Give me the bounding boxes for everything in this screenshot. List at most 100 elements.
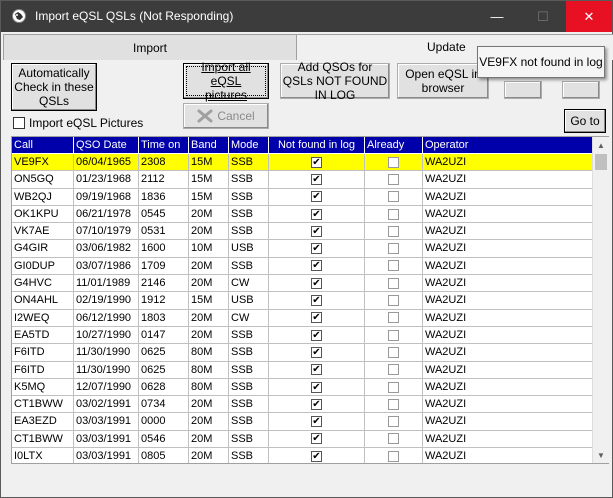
auto-check-button[interactable]: Automatically Check in these QSLs — [11, 63, 97, 111]
cell-not-found[interactable]: ✔ — [269, 240, 365, 258]
not-found-checkbox[interactable]: ✔ — [311, 260, 322, 272]
already-checkbox[interactable] — [388, 208, 399, 220]
cell-band[interactable]: 80M — [189, 344, 229, 362]
not-found-checkbox[interactable]: ✔ — [311, 450, 322, 462]
not-found-checkbox[interactable]: ✔ — [311, 191, 322, 203]
cell-already[interactable] — [365, 378, 423, 397]
cell-already[interactable] — [365, 430, 423, 449]
cell-band[interactable]: 20M — [189, 223, 229, 241]
cell-operator[interactable]: WA2UZI — [423, 223, 595, 241]
maximize-button[interactable]: ☐ — [520, 1, 566, 32]
cell-mode[interactable]: SSB — [229, 430, 269, 449]
cell-band[interactable]: 10M — [189, 240, 229, 258]
not-found-checkbox[interactable]: ✔ — [311, 381, 322, 393]
scroll-thumb[interactable] — [595, 154, 607, 170]
col-header-date[interactable]: QSO Date — [74, 137, 139, 153]
cell-call[interactable]: CT1BWW — [12, 396, 74, 414]
not-found-checkbox[interactable]: ✔ — [311, 416, 322, 428]
cell-already[interactable] — [365, 326, 423, 345]
cell-already[interactable] — [365, 223, 423, 241]
cell-band[interactable]: 20M — [189, 309, 229, 327]
cell-time-on[interactable]: 0734 — [139, 396, 189, 414]
cell-qso-date[interactable]: 03/06/1982 — [74, 240, 139, 258]
cell-mode[interactable]: SSB — [229, 361, 269, 379]
cell-time-on[interactable]: 0625 — [139, 361, 189, 379]
cell-mode[interactable]: SSB — [229, 396, 269, 414]
cell-qso-date[interactable]: 11/01/1989 — [74, 275, 139, 293]
cell-call[interactable]: K5MQ — [12, 378, 74, 397]
already-checkbox[interactable] — [388, 191, 399, 203]
cell-time-on[interactable]: 1709 — [139, 257, 189, 276]
cell-time-on[interactable]: 1803 — [139, 309, 189, 327]
col-header-band[interactable]: Band — [189, 137, 229, 153]
cell-call[interactable]: ON5GQ — [12, 171, 74, 189]
table-row[interactable]: EA5TD 10/27/1990 0147 20M SSB ✔ WA2UZI — [12, 326, 595, 345]
cell-operator[interactable]: WA2UZI — [423, 275, 595, 293]
cell-not-found[interactable]: ✔ — [269, 275, 365, 293]
col-header-call[interactable]: Call — [12, 137, 74, 153]
cell-qso-date[interactable]: 06/21/1978 — [74, 205, 139, 224]
not-found-checkbox[interactable]: ✔ — [311, 225, 322, 237]
cell-not-found[interactable]: ✔ — [269, 309, 365, 327]
cell-already[interactable] — [365, 275, 423, 293]
cell-not-found[interactable]: ✔ — [269, 361, 365, 379]
cell-already[interactable] — [365, 448, 423, 463]
already-checkbox[interactable] — [388, 260, 399, 272]
col-header-operator[interactable]: Operator — [423, 137, 595, 153]
cell-operator[interactable]: WA2UZI — [423, 205, 595, 224]
cell-not-found[interactable]: ✔ — [269, 344, 365, 362]
cell-already[interactable] — [365, 413, 423, 431]
cell-already[interactable] — [365, 344, 423, 362]
cell-band[interactable]: 20M — [189, 396, 229, 414]
grid-scrollbar[interactable]: ▲ ▼ — [592, 137, 609, 463]
cancel-button[interactable]: Cancel — [183, 103, 269, 129]
cell-not-found[interactable]: ✔ — [269, 223, 365, 241]
cell-operator[interactable]: WA2UZI — [423, 448, 595, 463]
cell-qso-date[interactable]: 09/19/1968 — [74, 188, 139, 206]
col-header-time[interactable]: Time on — [139, 137, 189, 153]
cell-already[interactable] — [365, 171, 423, 189]
import-pictures-button[interactable]: Import all eQSL pictures — [183, 60, 269, 102]
not-found-checkbox[interactable]: ✔ — [311, 433, 322, 445]
already-checkbox[interactable] — [388, 156, 399, 168]
cell-mode[interactable]: CW — [229, 309, 269, 327]
cell-qso-date[interactable]: 12/07/1990 — [74, 378, 139, 397]
cell-mode[interactable]: SSB — [229, 223, 269, 241]
cell-call[interactable]: VK7AE — [12, 223, 74, 241]
cell-already[interactable] — [365, 205, 423, 224]
already-checkbox[interactable] — [388, 329, 399, 341]
not-found-checkbox[interactable]: ✔ — [311, 173, 322, 185]
cell-time-on[interactable]: 2146 — [139, 275, 189, 293]
cell-time-on[interactable]: 1836 — [139, 188, 189, 206]
col-header-mode[interactable]: Mode — [229, 137, 269, 153]
cell-not-found[interactable]: ✔ — [269, 396, 365, 414]
cell-operator[interactable]: WA2UZI — [423, 396, 595, 414]
cell-call[interactable]: F6ITD — [12, 344, 74, 362]
already-checkbox[interactable] — [388, 346, 399, 358]
already-checkbox[interactable] — [388, 277, 399, 289]
cell-call[interactable]: EA5TD — [12, 326, 74, 345]
cell-call[interactable]: CT1BWW — [12, 430, 74, 449]
not-found-checkbox[interactable]: ✔ — [311, 243, 322, 255]
minimize-button[interactable]: — — [474, 1, 520, 32]
table-row[interactable]: VE9FX 06/04/1965 2308 15M SSB ✔ WA2UZI — [12, 154, 595, 172]
cell-operator[interactable]: WA2UZI — [423, 378, 595, 397]
not-found-checkbox[interactable]: ✔ — [311, 295, 322, 307]
cell-qso-date[interactable]: 06/04/1965 — [74, 154, 139, 172]
table-row[interactable]: ON4AHL 02/19/1990 1912 15M USB ✔ WA2UZI — [12, 292, 595, 310]
cell-band[interactable]: 20M — [189, 257, 229, 276]
cell-band[interactable]: 20M — [189, 205, 229, 224]
cell-call[interactable]: WB2QJ — [12, 188, 74, 206]
cell-qso-date[interactable]: 03/03/1991 — [74, 430, 139, 449]
not-found-checkbox[interactable]: ✔ — [311, 208, 322, 220]
table-row[interactable]: EA3EZD 03/03/1991 0000 20M SSB ✔ WA2UZI — [12, 413, 595, 431]
cell-not-found[interactable]: ✔ — [269, 292, 365, 310]
cell-band[interactable]: 20M — [189, 326, 229, 345]
not-found-checkbox[interactable]: ✔ — [311, 312, 322, 324]
table-row[interactable]: CT1BWW 03/02/1991 0734 20M SSB ✔ WA2UZI — [12, 396, 595, 414]
cell-already[interactable] — [365, 309, 423, 327]
already-checkbox[interactable] — [388, 243, 399, 255]
cell-mode[interactable]: USB — [229, 240, 269, 258]
cell-not-found[interactable]: ✔ — [269, 154, 365, 172]
cell-time-on[interactable]: 0628 — [139, 378, 189, 397]
